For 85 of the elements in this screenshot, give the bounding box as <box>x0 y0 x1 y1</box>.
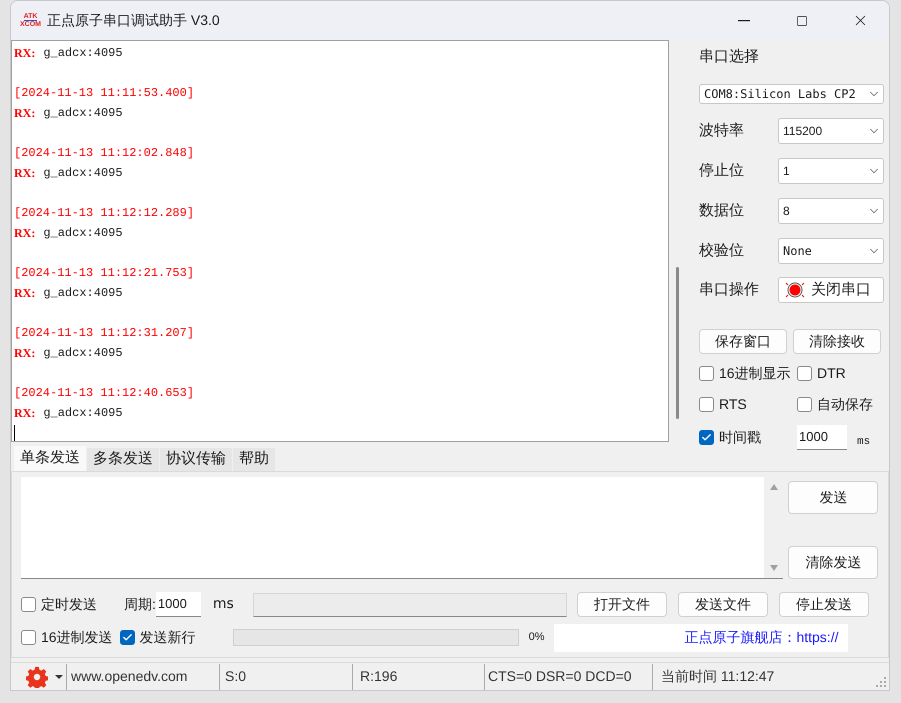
log-data: g_adcx:4095 <box>43 405 123 422</box>
action-button[interactable]: 停止发送 <box>778 592 869 617</box>
maximize-icon <box>796 14 808 26</box>
log-prefix: RX: <box>14 285 36 302</box>
tab[interactable]: 单条发送 <box>14 446 86 471</box>
check-icon <box>701 432 712 443</box>
period-input[interactable]: 1000 <box>156 592 201 617</box>
log-prefix: RX: <box>14 405 36 422</box>
checkbox-label: 定时发送 <box>41 595 97 614</box>
log-timestamp: [2024-11-13 11:12:21.753] <box>14 265 194 282</box>
log-prefix: RX: <box>14 225 36 242</box>
caret-icon[interactable] <box>55 674 63 680</box>
checkbox-label: DTR <box>817 364 846 383</box>
unit-label: ms <box>857 434 870 450</box>
action-button[interactable]: 保存窗口 <box>699 329 787 354</box>
log-timestamp: [2024-11-13 11:12:12.289] <box>14 205 194 222</box>
log-timestamp: [2024-11-13 11:12:40.653] <box>14 385 194 402</box>
log-prefix: RX: <box>14 165 36 182</box>
log-data: g_adcx:4095 <box>43 225 123 242</box>
tab[interactable]: 协议传输 <box>159 448 232 471</box>
dropdown[interactable]: 115200 <box>778 118 884 144</box>
checkbox[interactable] <box>120 630 135 645</box>
check-icon <box>122 632 133 643</box>
log-timestamp: [2024-11-13 11:12:02.848] <box>14 145 194 162</box>
log-timestamp: [2024-11-13 11:12:31.207] <box>14 325 194 342</box>
checkbox[interactable] <box>21 630 36 645</box>
log-data: g_adcx:4095 <box>43 45 123 62</box>
field-label: 数据位 <box>699 200 744 221</box>
log-prefix: RX: <box>14 105 36 122</box>
line-status: CTS=0 DSR=0 DCD=0 <box>488 667 633 686</box>
current-time: 当前时间 11:12:47 <box>661 667 774 686</box>
sent-count: S:0 <box>225 667 248 686</box>
port-toggle-button[interactable]: 关闭串口 <box>778 277 884 303</box>
send-input[interactable] <box>21 477 784 579</box>
log-data: g_adcx:4095 <box>43 165 123 182</box>
gear-icon[interactable] <box>26 666 48 688</box>
tab[interactable]: 多条发送 <box>86 448 159 471</box>
interval-input[interactable]: 1000 <box>797 425 847 450</box>
store-link[interactable]: 正点原子旗舰店：https:// <box>684 627 838 648</box>
checkbox[interactable] <box>699 430 714 445</box>
checkbox-label: 自动保存 <box>817 395 873 414</box>
action-button[interactable]: 发送 <box>788 481 878 514</box>
port-label: 串口选择 <box>699 47 760 67</box>
checkbox-label: 16进制发送 <box>41 628 113 647</box>
checkbox[interactable] <box>699 366 714 381</box>
window-title: 正点原子串口调试助手 V3.0 <box>47 11 220 30</box>
action-button[interactable]: 清除发送 <box>788 546 878 579</box>
scroll-down-icon <box>768 564 779 572</box>
checkbox[interactable] <box>797 366 812 381</box>
log-data: g_adcx:4095 <box>43 345 123 362</box>
dropdown[interactable]: None <box>778 238 884 264</box>
dropdown[interactable]: 8 <box>778 198 884 224</box>
field-label: 校验位 <box>699 240 744 261</box>
dropdown[interactable]: COM8:Silicon Labs CP2 <box>699 84 884 104</box>
period-label: 周期: <box>124 595 156 614</box>
checkbox[interactable] <box>699 397 714 412</box>
checkbox[interactable] <box>797 397 812 412</box>
log-prefix: RX: <box>14 345 36 362</box>
action-button[interactable]: 发送文件 <box>678 592 768 617</box>
resize-grip-icon[interactable] <box>875 676 887 688</box>
checkbox[interactable] <box>21 597 36 612</box>
checkbox-label: 16进制显示 <box>719 364 791 383</box>
log-timestamp: [2024-11-13 11:11:53.400] <box>14 85 194 102</box>
field-label: 串口操作 <box>699 280 759 300</box>
action-button[interactable]: 清除接收 <box>793 329 881 354</box>
field-label: 停止位 <box>699 160 744 181</box>
minimize-icon <box>738 20 750 22</box>
checkbox-label: RTS <box>719 395 747 414</box>
field-label: 波特率 <box>699 120 744 141</box>
scrollbar-thumb[interactable] <box>676 267 679 419</box>
checkbox-label: 发送新行 <box>140 628 196 647</box>
scroll-up-icon <box>768 483 779 491</box>
text-cursor <box>14 425 15 441</box>
progress-reading: 0% <box>528 630 544 646</box>
unit-label: ms <box>212 595 234 614</box>
log-prefix: RX: <box>14 45 36 62</box>
log-data: g_adcx:4095 <box>43 285 123 302</box>
checkbox-label: 时间戳 <box>719 428 761 447</box>
log-data: g_adcx:4095 <box>43 105 123 122</box>
website-label: www.openedv.com <box>71 667 188 686</box>
received-count: R:196 <box>360 667 398 686</box>
tab[interactable]: 帮助 <box>232 448 275 471</box>
file-path-field[interactable] <box>252 592 567 616</box>
dropdown[interactable]: 1 <box>778 158 884 184</box>
action-button[interactable]: 打开文件 <box>576 592 667 617</box>
